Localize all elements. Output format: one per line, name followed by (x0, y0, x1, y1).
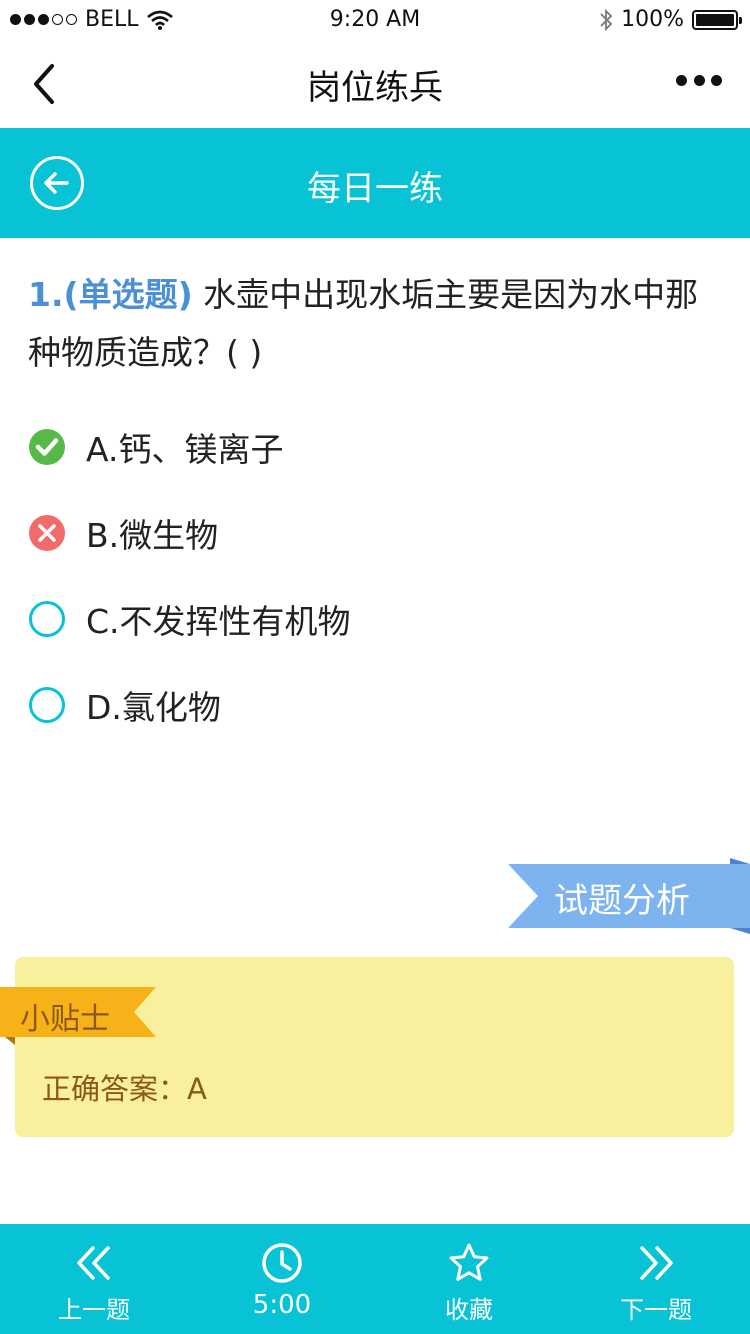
option-label: B.微生物 (86, 516, 219, 555)
double-chevron-right-icon (640, 1246, 673, 1280)
correct-answer-text: 正确答案：A (42, 1072, 207, 1106)
favorite-button[interactable]: 收藏 (394, 1224, 544, 1334)
more-icon[interactable] (676, 70, 722, 90)
option-label: A.钙、镁离子 (86, 430, 284, 469)
battery-icon (692, 9, 742, 30)
nav-bar: 岗位练兵 (0, 40, 750, 128)
question-number-type: 1.(单选题) (28, 275, 193, 314)
option-c[interactable]: C.不发挥性有机物 (28, 576, 728, 662)
status-right: 100% (599, 7, 742, 32)
bluetooth-icon (600, 8, 613, 31)
timer-label: 5:00 (252, 1290, 312, 1320)
prev-label: 上一题 (58, 1296, 130, 1324)
section-title: 每日一练 (307, 169, 443, 209)
question-text: 1.(单选题) 水壶中出现水垢主要是因为水中那种物质造成？( ) (28, 266, 728, 382)
check-correct-icon (29, 429, 65, 465)
cross-wrong-icon (29, 515, 65, 551)
option-a[interactable]: A.钙、镁离子 (28, 404, 728, 490)
option-label: D.氯化物 (86, 688, 221, 727)
option-label: C.不发挥性有机物 (86, 602, 351, 641)
prev-question-button[interactable]: 上一题 (19, 1224, 169, 1334)
tips-tag: 小贴士 (0, 985, 160, 1045)
analysis-label: 试题分析 (554, 881, 690, 921)
favorite-label: 收藏 (445, 1296, 493, 1324)
tips-tag-label: 小贴士 (20, 1002, 110, 1037)
clock-icon (262, 1243, 302, 1283)
star-icon (449, 1243, 489, 1281)
double-chevron-left-icon (77, 1246, 110, 1280)
radio-empty-icon (29, 601, 65, 637)
battery-percent: 100% (621, 7, 684, 32)
option-d[interactable]: D.氯化物 (28, 662, 728, 748)
analysis-button[interactable]: 试题分析 (508, 858, 750, 934)
tips-card (15, 957, 734, 1137)
radio-empty-icon (29, 687, 65, 723)
option-b[interactable]: B.微生物 (28, 490, 728, 576)
nav-title: 岗位练兵 (307, 68, 443, 108)
section-header: 每日一练 (0, 128, 750, 238)
bottom-toolbar: 上一题 5:00 收藏 下一题 (0, 1224, 750, 1334)
next-label: 下一题 (620, 1296, 692, 1324)
timer: 5:00 (207, 1224, 357, 1334)
status-bar: BELL 9:20 AM 100% (0, 0, 750, 40)
answer-options: A.钙、镁离子 B.微生物 C.不发挥性有机物 D.氯化物 (28, 404, 728, 748)
next-question-button[interactable]: 下一题 (581, 1224, 731, 1334)
